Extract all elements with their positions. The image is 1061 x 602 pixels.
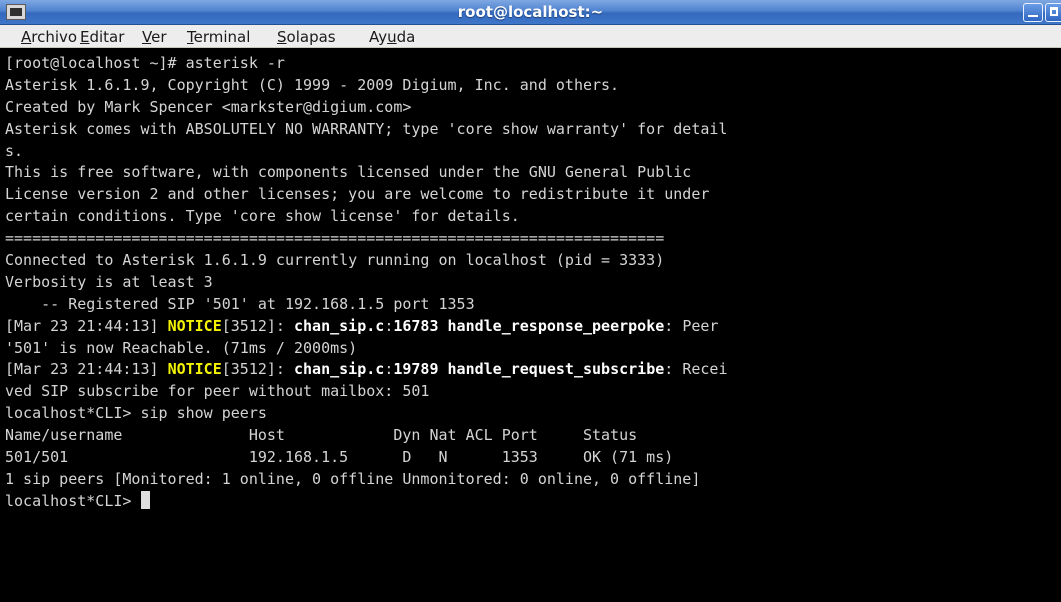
title-bar[interactable]: root@localhost:~: [0, 0, 1061, 25]
terminal-text: Asterisk comes with ABSOLUTELY NO WARRAN…: [5, 119, 728, 138]
terminal-text: :: [384, 360, 394, 379]
terminal-area[interactable]: [root@localhost ~]# asterisk -r Asterisk …: [0, 48, 1061, 602]
terminal-text: Name/username Host Dyn Nat ACL Port Stat…: [5, 426, 638, 445]
terminal-text: Asterisk 1.6.1.9, Copyright (C) 1999 - 2…: [5, 75, 620, 94]
terminal-text: License version 2 and other licenses; yo…: [5, 185, 710, 204]
terminal-text: s.: [5, 141, 24, 160]
terminal-text: certain conditions. Type 'core show lice…: [5, 207, 520, 226]
menu-bar: Archivo Editar Ver Terminal Solapas Ayuda: [0, 25, 1061, 48]
terminal-line: s.: [5, 141, 728, 163]
terminal-text: 16783 handle_response_peerpoke: [393, 316, 665, 335]
terminal-text: Connected to Asterisk 1.6.1.9 currently …: [5, 251, 665, 270]
terminal-text: 19789 handle_request_subscribe: [393, 360, 665, 379]
notice-tag: NOTICE: [167, 360, 222, 379]
maximize-button[interactable]: [1045, 3, 1061, 22]
terminal-line: '501' is now Reachable. (71ms / 2000ms): [5, 338, 728, 360]
terminal-text: Created by Mark Spencer <markster@digium…: [5, 97, 412, 116]
terminal-line: certain conditions. Type 'core show lice…: [5, 206, 728, 228]
terminal-text: [3512]:: [221, 360, 294, 379]
menu-terminal[interactable]: Terminal: [187, 28, 250, 46]
menu-editar[interactable]: Editar: [80, 28, 124, 46]
terminal-line: localhost*CLI>: [5, 490, 728, 513]
menu-ver[interactable]: Ver: [142, 28, 167, 46]
terminal-line: Verbosity is at least 3: [5, 272, 728, 294]
terminal-text: localhost*CLI>: [5, 491, 141, 510]
terminal-line: [Mar 23 21:44:13] NOTICE[3512]: chan_sip…: [5, 316, 728, 338]
notice-tag: NOTICE: [167, 316, 222, 335]
terminal-line: Asterisk 1.6.1.9, Copyright (C) 1999 - 2…: [5, 75, 728, 97]
terminal-text: ========================================…: [5, 229, 665, 248]
terminal-text: chan_sip.c: [294, 360, 385, 379]
terminal-text: -- Registered SIP '501' at 192.168.1.5 p…: [5, 294, 475, 313]
terminal-text: This is free software, with components l…: [5, 163, 692, 182]
terminal-text: 501/501 192.168.1.5 D N 1353 OK (71 ms): [5, 448, 674, 467]
terminal-text: Verbosity is at least 3: [5, 272, 213, 291]
terminal-line: ========================================…: [5, 228, 728, 250]
terminal-line: -- Registered SIP '501' at 192.168.1.5 p…: [5, 294, 728, 316]
terminal-line: License version 2 and other licenses; yo…: [5, 184, 728, 206]
terminal-line: localhost*CLI> sip show peers: [5, 403, 728, 425]
terminal-window: root@localhost:~ Archivo Editar Ver Termina…: [0, 0, 1061, 602]
terminal-line: Asterisk comes with ABSOLUTELY NO WARRAN…: [5, 119, 728, 141]
terminal-output: [root@localhost ~]# asterisk -r Asterisk …: [5, 53, 728, 513]
terminal-line: 1 sip peers [Monitored: 1 online, 0 offl…: [5, 469, 728, 491]
terminal-line: [Mar 23 21:44:13] NOTICE[3512]: chan_sip…: [5, 359, 728, 381]
terminal-text: chan_sip.c: [294, 316, 385, 335]
terminal-text: 1 sip peers [Monitored: 1 online, 0 offl…: [5, 469, 701, 488]
terminal-text: '501' is now Reachable. (71ms / 2000ms): [5, 338, 358, 357]
terminal-line: [root@localhost ~]# asterisk -r: [5, 53, 728, 75]
terminal-text: : Peer: [664, 316, 719, 335]
terminal-text: localhost*CLI> sip show peers: [5, 404, 267, 423]
terminal-line: This is free software, with components l…: [5, 162, 728, 184]
window-title: root@localhost:~: [457, 3, 604, 21]
terminal-line: Name/username Host Dyn Nat ACL Port Stat…: [5, 425, 728, 447]
menu-archivo[interactable]: Archivo: [21, 28, 77, 46]
minimize-button[interactable]: [1023, 3, 1043, 22]
menu-solapas[interactable]: Solapas: [277, 28, 336, 46]
terminal-text: : Recei: [664, 360, 728, 379]
terminal-text: [root@localhost ~]# asterisk -r: [5, 54, 285, 72]
text-cursor: [141, 490, 151, 509]
terminal-line: 501/501 192.168.1.5 D N 1353 OK (71 ms): [5, 447, 728, 469]
terminal-text: :: [384, 316, 394, 335]
terminal-line: Created by Mark Spencer <markster@digium…: [5, 97, 728, 119]
terminal-text: ved SIP subscribe for peer without mailb…: [5, 382, 430, 401]
terminal-text: [Mar 23 21:44:13]: [5, 360, 168, 379]
terminal-line: ved SIP subscribe for peer without mailb…: [5, 381, 728, 403]
terminal-line: Connected to Asterisk 1.6.1.9 currently …: [5, 250, 728, 272]
terminal-text: [Mar 23 21:44:13]: [5, 316, 168, 335]
menu-ayuda[interactable]: Ayuda: [369, 28, 415, 46]
terminal-text: [3512]:: [221, 316, 294, 335]
